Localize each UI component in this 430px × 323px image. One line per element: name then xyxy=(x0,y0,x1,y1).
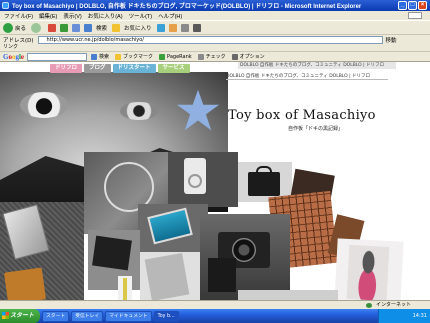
google-search-button[interactable]: 検索 xyxy=(91,53,109,60)
go-button[interactable]: 移動 xyxy=(386,36,397,44)
menu-view[interactable]: 表示(V) xyxy=(63,12,81,20)
links-bar: リンク xyxy=(0,44,430,51)
photo-ipod-wheel xyxy=(188,174,202,188)
photo-bag-body xyxy=(248,172,280,196)
face-eye-left xyxy=(20,92,68,118)
google-check-label: チェック xyxy=(205,54,226,60)
history-icon[interactable] xyxy=(168,23,177,32)
favorites-button[interactable]: お気に入り xyxy=(112,23,152,32)
menu-help[interactable]: ヘルプ(H) xyxy=(158,12,182,20)
taskbar-button-inbox[interactable]: 受信トレイ xyxy=(71,310,104,322)
sub-header-bar: DOLBLO 自作板 ドキたちのブログ、コミュニティ DOLBLO | ドリフロ xyxy=(226,73,388,80)
sub-header-text[interactable]: DOLBLO 自作板 ドキたちのブログ、コミュニティ DOLBLO | ドリフロ xyxy=(226,74,370,79)
photo-wallet xyxy=(3,267,47,305)
star-shape xyxy=(176,89,220,131)
photo-gadgets[interactable] xyxy=(0,202,84,309)
maximize-button[interactable]: □ xyxy=(408,1,417,10)
windows-logo-icon xyxy=(408,12,422,19)
tab-service[interactable]: サービス xyxy=(157,64,190,73)
star-icon xyxy=(112,23,121,32)
face-eye-right xyxy=(120,102,158,120)
status-bar: インターネット xyxy=(0,300,430,309)
home-icon[interactable] xyxy=(72,23,81,32)
nav-tabs: ドリフロ ブログ ドリスタート サービス xyxy=(50,64,192,73)
google-bookmark-button[interactable]: ブックマーク xyxy=(115,53,153,60)
google-check-button[interactable]: チェック xyxy=(197,53,226,60)
tab-start[interactable]: ドリスタート xyxy=(112,64,156,73)
window-titlebar: Toy box of Masachiyo | DOLBLO, 自作板 ドキたちの… xyxy=(0,0,430,11)
site-notice-text[interactable]: DOLBLO 自作板 ドキたちのブログ、コミュニティ DOLBLO | ドリフロ xyxy=(240,63,384,68)
google-toolbar: Google 検索 ブックマーク PageRank チェック オプション xyxy=(0,51,430,62)
tab-blog[interactable]: ブログ xyxy=(84,64,111,73)
search-button[interactable]: 検索 xyxy=(84,23,108,32)
window-title: Toy box of Masachiyo | DOLBLO, 自作板 ドキたちの… xyxy=(12,4,362,10)
photo-pink-figure-item xyxy=(346,244,390,301)
taskbar-button-documents[interactable]: マイドキュメント xyxy=(105,310,152,322)
photo-black-wallet-item xyxy=(92,235,132,271)
menu-edit[interactable]: 編集(E) xyxy=(39,12,57,20)
system-tray-clock[interactable]: 14:31 xyxy=(378,309,430,323)
menu-file[interactable]: ファイル(F) xyxy=(4,12,33,20)
back-arrow-icon xyxy=(3,22,13,33)
address-label: アドレス(D) xyxy=(3,37,34,44)
photo-black-player[interactable] xyxy=(208,258,236,292)
mail-icon[interactable] xyxy=(180,23,189,32)
back-button[interactable]: 戻る xyxy=(3,22,27,33)
forward-arrow-icon xyxy=(31,22,42,33)
google-pagerank[interactable]: PageRank xyxy=(159,53,192,60)
address-input[interactable]: http://www.ucr.ne.jp/dolblo/masachiyo/ xyxy=(37,35,383,44)
check-icon xyxy=(197,53,204,60)
internet-zone-label: インターネット xyxy=(376,302,412,308)
site-notice-bar: DOLBLO 自作板 ドキたちのブログ、コミュニティ DOLBLO | ドリフロ xyxy=(238,62,396,69)
photo-blue-card-item xyxy=(147,207,193,245)
google-pagerank-label: PageRank xyxy=(167,53,192,60)
options-icon xyxy=(231,53,238,60)
google-bookmark-label: ブックマーク xyxy=(123,54,154,60)
taskbar-button-start[interactable]: スタート xyxy=(42,310,70,322)
ie-icon xyxy=(2,2,9,9)
favorites-label: お気に入り xyxy=(124,25,152,32)
forward-button[interactable] xyxy=(31,22,43,33)
menu-favorites[interactable]: お気に入り(A) xyxy=(88,12,123,20)
photo-document-item xyxy=(144,253,190,301)
standard-toolbar: 戻る 検索 お気に入り xyxy=(0,20,430,34)
search-icon xyxy=(84,23,93,32)
photo-ipod[interactable] xyxy=(168,152,238,207)
google-search-label: 検索 xyxy=(99,54,110,60)
taskbar-button-browser[interactable]: Toy b... xyxy=(153,310,179,322)
star-icon xyxy=(176,89,220,131)
taskbar: スタート スタート 受信トレイ マイドキュメント Toy b... 14:31 xyxy=(0,309,430,323)
search-label: 検索 xyxy=(96,25,108,32)
bookmark-icon xyxy=(115,53,122,60)
site-subtitle: 自作板「ドキの黒記録」 xyxy=(288,126,344,132)
google-options-label: オプション xyxy=(239,54,265,60)
tab-dorifuro[interactable]: ドリフロ xyxy=(50,64,83,73)
links-label[interactable]: リンク xyxy=(3,44,18,50)
google-search-input[interactable] xyxy=(27,52,88,61)
photo-blue-card[interactable] xyxy=(138,204,208,254)
start-button[interactable]: スタート xyxy=(0,309,40,323)
address-bar: アドレス(D) http://www.ucr.ne.jp/dolblo/masa… xyxy=(0,34,430,44)
google-options-button[interactable]: オプション xyxy=(231,53,265,60)
pagerank-icon xyxy=(159,53,166,60)
close-button[interactable]: × xyxy=(418,1,427,10)
stop-icon[interactable] xyxy=(48,23,57,32)
back-label: 戻る xyxy=(15,25,27,32)
internet-zone-icon xyxy=(366,303,372,308)
page-viewport: DOLBLO 自作板 ドキたちのブログ、コミュニティ DOLBLO | ドリフロ… xyxy=(0,62,430,309)
menu-tools[interactable]: ツール(T) xyxy=(129,12,153,20)
site-title[interactable]: Toy box of Masachiyo xyxy=(228,108,376,123)
magnifier-icon xyxy=(91,53,98,60)
minimize-button[interactable]: _ xyxy=(398,1,407,10)
photo-document[interactable] xyxy=(140,252,200,302)
media-icon[interactable] xyxy=(156,23,165,32)
photo-pink-figure[interactable] xyxy=(334,238,404,306)
print-icon[interactable] xyxy=(192,23,201,32)
google-logo[interactable]: Google xyxy=(3,53,24,61)
photo-black-wallet[interactable] xyxy=(88,230,140,290)
refresh-icon[interactable] xyxy=(60,23,69,32)
photo-device xyxy=(2,204,50,260)
menu-bar: ファイル(F) 編集(E) 表示(V) お気に入り(A) ツール(T) ヘルプ(… xyxy=(0,11,430,20)
